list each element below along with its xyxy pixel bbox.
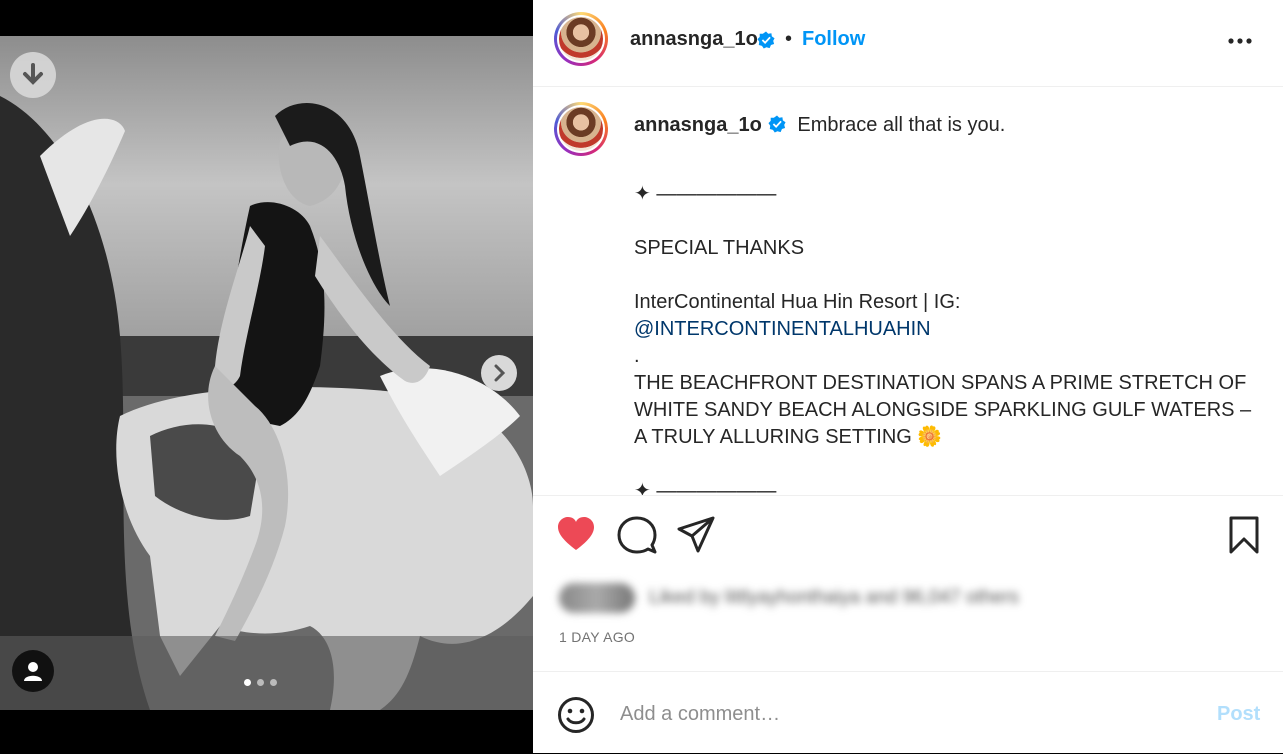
likes-summary[interactable]: Liked by littlyayhonthaiya and 96,047 ot… [559,583,1089,613]
caption-hotel-line: InterContinental Hua Hin Resort | IG: [634,291,961,313]
more-options-icon[interactable] [1227,28,1253,54]
post-header: annasnga_1o • Follow [533,0,1283,87]
carousel-dot [257,679,264,686]
post-detail-panel: annasnga_1o • Follow annasnga_1o Embrace… [533,0,1283,753]
user-tag-icon [24,662,42,681]
caption-body: ✦ —————— SPECIAL THANKS InterContinental… [634,154,1264,496]
caption-description: THE BEACHFRONT DESTINATION SPANS A PRIME… [634,372,1252,448]
verified-badge-icon [768,115,786,133]
carousel-dot [270,679,277,686]
follow-button[interactable]: Follow [802,28,865,51]
comment-input[interactable] [618,698,1182,730]
username-link[interactable]: annasnga_1o [630,28,758,51]
caption-area: annasnga_1o Embrace all that is you. ✦ —… [533,87,1283,496]
comment-bar: Post [533,671,1283,754]
carousel-indicator [244,679,277,686]
comment-icon[interactable] [617,515,657,555]
post-photo [0,36,533,710]
emoji-icon[interactable] [557,696,595,734]
caption-first-line: Embrace all that is you. [797,114,1006,136]
caption-header: annasnga_1o Embrace all that is you. [634,114,1005,137]
chevron-right-icon [494,364,506,382]
caption-divider: ✦ —————— [634,480,777,496]
action-bar [533,497,1283,577]
separator-dot: • [785,28,793,50]
share-icon[interactable] [676,515,716,555]
caption-special-thanks: SPECIAL THANKS [634,237,805,259]
carousel-next-button[interactable] [481,355,517,391]
caption-dot-line: . [634,345,640,367]
likes-text: Liked by littlyayhonthaiya and 96,047 ot… [649,587,1019,608]
post-media [0,0,533,753]
download-icon [23,63,43,85]
liker-avatars [559,583,635,613]
download-button[interactable] [10,52,56,98]
heart-icon[interactable] [556,515,596,555]
verified-badge-icon [757,31,775,49]
post-timestamp[interactable]: 1 DAY AGO [559,629,635,645]
caption-mention-link[interactable]: @INTERCONTINENTALHUAHIN [634,316,1264,343]
avatar[interactable] [554,102,608,156]
carousel-dot [244,679,251,686]
avatar[interactable] [554,12,608,66]
bookmark-icon[interactable] [1224,515,1264,555]
caption-divider: ✦ —————— [634,183,777,205]
tagged-users-button[interactable] [12,650,54,692]
post-comment-button[interactable]: Post [1217,703,1260,726]
username-link[interactable]: annasnga_1o [634,114,762,136]
